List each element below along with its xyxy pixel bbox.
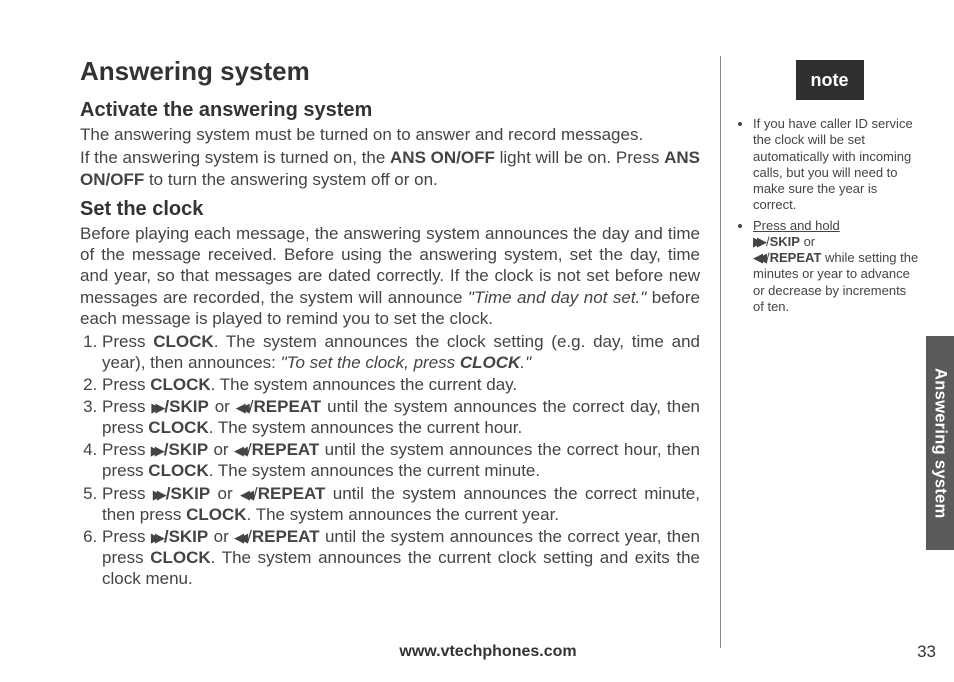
text: Press xyxy=(102,375,150,394)
rewind-icon: ◀◀ xyxy=(753,250,766,266)
text: . The system announces the current day. xyxy=(211,375,517,394)
repeat-key: REPEAT xyxy=(770,250,822,265)
text: Press xyxy=(102,440,151,459)
skip-key: SKIP xyxy=(770,234,800,249)
step-2: Press CLOCK. The system announces the cu… xyxy=(102,374,700,395)
text: or xyxy=(209,397,236,416)
section-heading-activate: Activate the answering system xyxy=(80,99,700,122)
clock-key: CLOCK xyxy=(150,548,210,567)
rewind-icon: ◀◀ xyxy=(240,487,253,503)
text: If the answering system is turned on, th… xyxy=(80,148,390,167)
rewind-icon: ◀◀ xyxy=(234,530,247,546)
page-number: 33 xyxy=(896,642,936,662)
repeat-key: REPEAT xyxy=(258,484,326,503)
quote-text: "Time and day not set." xyxy=(468,288,646,307)
page-content: Answering system Activate the answering … xyxy=(80,56,954,648)
page-title: Answering system xyxy=(80,56,700,87)
text: or xyxy=(800,234,815,249)
text: or xyxy=(210,484,240,503)
text: Press xyxy=(102,527,151,546)
text: Press xyxy=(102,397,151,416)
quote: "To set the clock, press xyxy=(281,353,460,372)
rewind-icon: ◀◀ xyxy=(236,400,249,416)
skip-key: /SKIP xyxy=(164,397,208,416)
clock-key: CLOCK xyxy=(150,375,210,394)
clock-key: CLOCK xyxy=(460,353,520,372)
skip-key: /SKIP xyxy=(166,484,210,503)
step-3: Press ▶▶/SKIP or ◀◀/REPEAT until the sys… xyxy=(102,396,700,438)
text: light will be on. Press xyxy=(495,148,664,167)
note-item-1: If you have caller ID service the clock … xyxy=(753,116,920,214)
forward-icon: ▶▶ xyxy=(151,530,164,546)
text: to turn the answering system off or on. xyxy=(144,170,438,189)
ans-on-off: ANS ON/OFF xyxy=(390,148,495,167)
text: Press xyxy=(102,332,153,351)
clock-key: CLOCK xyxy=(148,418,208,437)
skip-key: /SKIP xyxy=(164,440,208,459)
step-6: Press ▶▶/SKIP or ◀◀/REPEAT until the sys… xyxy=(102,526,700,589)
skip-key: /SKIP xyxy=(164,527,208,546)
main-column: Answering system Activate the answering … xyxy=(80,56,720,648)
footer-url: www.vtechphones.com xyxy=(0,643,896,661)
section-heading-clock: Set the clock xyxy=(80,198,700,221)
text: . The system announces the current hour. xyxy=(209,418,522,437)
rewind-icon: ◀◀ xyxy=(234,443,247,459)
page-footer: www.vtechphones.com 33 xyxy=(0,642,936,662)
forward-icon: ▶▶ xyxy=(151,400,164,416)
note-item-2: Press and hold ▶▶/SKIP or ◀◀/REPEAT whil… xyxy=(753,218,920,316)
quote: ." xyxy=(520,353,531,372)
note-badge: note xyxy=(796,60,864,100)
note-list: If you have caller ID service the clock … xyxy=(739,116,920,315)
text: Press xyxy=(102,484,153,503)
repeat-key: REPEAT xyxy=(252,527,320,546)
clock-steps: Press CLOCK. The system announces the cl… xyxy=(80,331,700,589)
repeat-key: REPEAT xyxy=(252,440,320,459)
clock-key: CLOCK xyxy=(186,505,246,524)
forward-icon: ▶▶ xyxy=(151,443,164,459)
clock-key: CLOCK xyxy=(148,461,208,480)
step-1: Press CLOCK. The system announces the cl… xyxy=(102,331,700,373)
clock-paragraph: Before playing each message, the answeri… xyxy=(80,223,700,329)
note-column: note If you have caller ID service the c… xyxy=(720,56,920,648)
text: Press and hold xyxy=(753,218,840,233)
text: or xyxy=(208,440,234,459)
text: or xyxy=(208,527,234,546)
activate-paragraph-1: The answering system must be turned on t… xyxy=(80,124,700,145)
text: . The system announces the current minut… xyxy=(209,461,540,480)
step-4: Press ▶▶/SKIP or ◀◀/REPEAT until the sys… xyxy=(102,439,700,481)
activate-paragraph-2: If the answering system is turned on, th… xyxy=(80,147,700,190)
clock-key: CLOCK xyxy=(153,332,213,351)
text: . The system announces the current year. xyxy=(247,505,559,524)
step-5: Press ▶▶/SKIP or ◀◀/REPEAT until the sys… xyxy=(102,483,700,525)
repeat-key: REPEAT xyxy=(254,397,322,416)
forward-icon: ▶▶ xyxy=(753,234,766,250)
forward-icon: ▶▶ xyxy=(153,487,166,503)
